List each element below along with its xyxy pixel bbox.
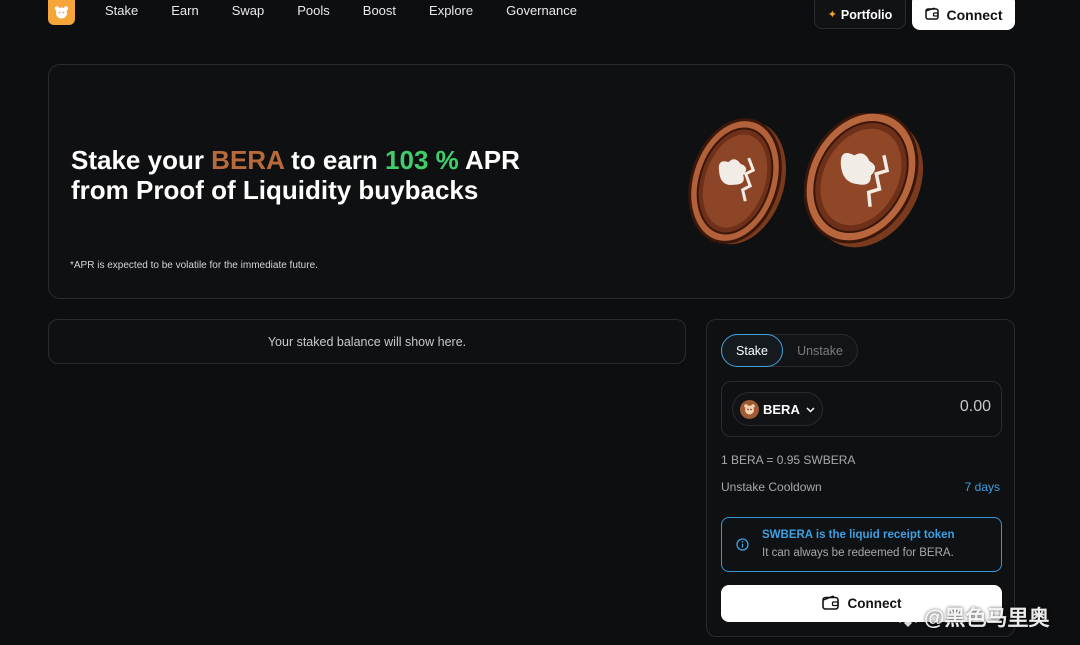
nav-link-boost[interactable]: Boost — [363, 3, 396, 18]
hero-token-highlight: BERA — [211, 145, 284, 175]
wallet-icon — [924, 7, 939, 23]
staked-balance-card: Your staked balance will show here. — [48, 319, 686, 364]
app-root: Stake Earn Swap Pools Boost Explore Gove… — [0, 0, 1080, 645]
info-icon — [736, 538, 749, 556]
nav-link-stake[interactable]: Stake — [105, 3, 138, 18]
stake-tabs: Stake Unstake — [721, 334, 858, 367]
apr-disclaimer: *APR is expected to be volatile for the … — [70, 260, 318, 271]
nav-link-swap[interactable]: Swap — [232, 3, 265, 18]
amount-input[interactable] — [871, 398, 991, 416]
info-callout: SWBERA is the liquid receipt token It ca… — [721, 517, 1002, 572]
connect-label: Connect — [946, 7, 1003, 23]
nav-link-earn[interactable]: Earn — [171, 3, 198, 18]
exchange-rate: 1 BERA = 0.95 SWBERA — [721, 453, 856, 467]
hero-banner: Stake your BERA to earn 103 % APR from P… — [48, 64, 1015, 299]
top-nav: Stake Earn Swap Pools Boost Explore Gove… — [0, 0, 1080, 30]
hero-title-text: to earn — [283, 145, 386, 175]
token-label: BERA — [763, 401, 800, 417]
bera-token-icon — [740, 399, 759, 419]
portfolio-label: Portfolio — [840, 7, 893, 22]
coin-icon — [688, 113, 924, 248]
watermark: @黑色马里奥 — [896, 602, 1049, 632]
portfolio-button[interactable]: ✦ Portfolio — [814, 0, 906, 29]
connect-label: Connect — [847, 596, 902, 611]
amount-field-container: BERA — [721, 381, 1002, 437]
tab-stake[interactable]: Stake — [721, 334, 783, 367]
staked-balance-empty-text: Your staked balance will show here. — [267, 334, 467, 349]
nav-link-explore[interactable]: Explore — [429, 3, 473, 18]
nav-link-pools[interactable]: Pools — [297, 3, 330, 18]
nav-link-governance[interactable]: Governance — [506, 3, 577, 18]
wallet-icon — [821, 594, 839, 613]
chevron-down-icon — [806, 400, 815, 418]
logo-icon[interactable] — [48, 0, 75, 25]
watermark-text: @黑色马里奥 — [924, 607, 1050, 630]
nav-links: Stake Earn Swap Pools Boost Explore Gove… — [105, 3, 610, 18]
connect-wallet-button[interactable]: Connect — [912, 0, 1015, 30]
hero-apr-value: 103 % — [385, 145, 459, 175]
tab-unstake[interactable]: Unstake — [786, 334, 854, 367]
watermark-logo-icon — [896, 607, 920, 627]
info-title: SWBERA is the liquid receipt token — [762, 529, 955, 541]
cooldown-label: Unstake Cooldown — [721, 480, 822, 494]
hero-title-text: APR — [458, 145, 520, 175]
sparkle-icon: ✦ — [827, 9, 837, 21]
hero-title-line2: from Proof of Liquidity buybacks — [71, 175, 479, 205]
token-selector[interactable]: BERA — [732, 392, 823, 426]
stake-panel: Stake Unstake BERA 0.00 1 BERA = 0.95 SW… — [706, 319, 1015, 637]
cooldown-value: 7 days — [964, 480, 1000, 494]
hero-title: Stake your BERA to earn 103 % APR from P… — [71, 145, 591, 205]
hero-title-text: Stake your — [71, 145, 212, 175]
info-text: It can always be redeemed for BERA. — [762, 547, 954, 559]
